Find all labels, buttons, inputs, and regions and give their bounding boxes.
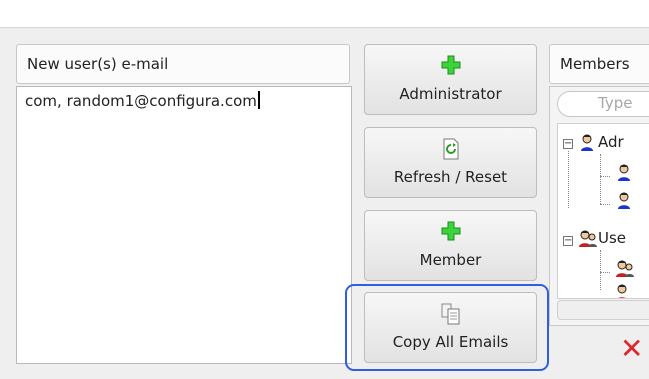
email-input-text: com, random1@configura.com: [25, 92, 257, 110]
member-label: Member: [419, 251, 482, 269]
admin-user-icon: [616, 192, 632, 214]
focus-ring: [345, 284, 549, 371]
members-tree: − Adr − Use: [557, 123, 649, 299]
expand-icon[interactable]: −: [563, 139, 573, 149]
horizontal-scrollbar[interactable]: [557, 300, 649, 320]
members-header: Members: [549, 44, 649, 84]
email-header: New user(s) e-mail: [16, 44, 350, 84]
expand-icon[interactable]: −: [563, 236, 573, 246]
text-caret: [257, 91, 260, 109]
members-group-label[interactable]: Adr: [598, 133, 624, 151]
members-group-label[interactable]: Use: [598, 229, 626, 247]
tree-line: [600, 176, 610, 177]
users-group-icon: [616, 284, 634, 298]
plus-icon: [365, 221, 536, 243]
tree-line: [568, 151, 569, 208]
refresh-reset-button[interactable]: Refresh / Reset: [364, 127, 537, 198]
users-group-icon: [579, 230, 597, 252]
admin-user-icon: [579, 134, 595, 156]
plus-icon: [365, 55, 536, 77]
refresh-reset-label: Refresh / Reset: [393, 168, 508, 186]
tree-line: [600, 204, 610, 205]
tree-line: [600, 154, 601, 204]
tree-line: [600, 250, 601, 290]
members-search-input[interactable]: Type: [557, 91, 649, 117]
email-input[interactable]: com, random1@configura.com: [16, 86, 352, 364]
administrator-label: Administrator: [399, 85, 502, 103]
administrator-button[interactable]: Administrator: [364, 44, 537, 115]
delete-x-icon[interactable]: ✕: [620, 334, 643, 364]
admin-user-icon: [616, 164, 632, 186]
member-button[interactable]: Member: [364, 210, 537, 281]
users-group-icon: [616, 260, 634, 282]
tree-line: [600, 272, 610, 273]
refresh-icon: [365, 138, 536, 160]
